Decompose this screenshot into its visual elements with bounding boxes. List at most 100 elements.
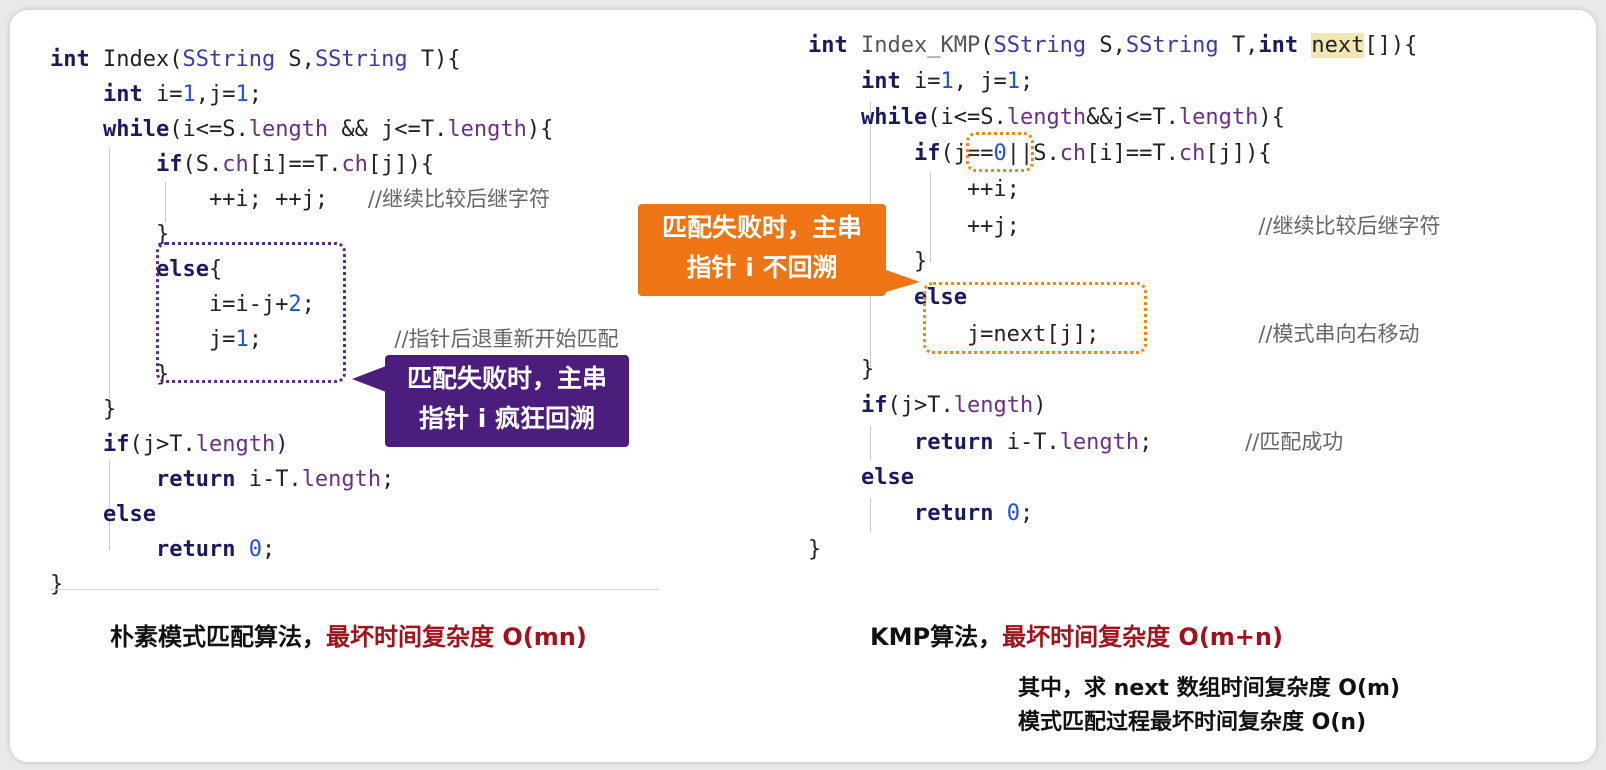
code-token: ++i; ++j; bbox=[50, 187, 368, 212]
code-token: ){ bbox=[526, 117, 554, 142]
code-token: (i<=S. bbox=[927, 105, 1007, 130]
code-token: while bbox=[860, 105, 928, 130]
callout-line: 匹配失败时，主串 bbox=[661, 213, 862, 242]
code-token: ; bbox=[1019, 69, 1034, 94]
code-line: while(i<=S.length && j<=T.length){ bbox=[50, 112, 619, 147]
code-token: ; bbox=[261, 537, 276, 562]
code-token: ch bbox=[341, 152, 368, 177]
code-token: } bbox=[808, 357, 875, 382]
callout-line: 指针 i 不回溯 bbox=[686, 253, 838, 282]
code-token: 1 bbox=[182, 82, 196, 107]
code-token: T, bbox=[1218, 33, 1259, 58]
code-token: [i]==T. bbox=[1086, 141, 1179, 166]
code-token: [i]==T. bbox=[248, 152, 342, 177]
code-token: else bbox=[102, 502, 156, 527]
caption-complexity: 最坏时间复杂度 O(mn) bbox=[326, 623, 587, 651]
code-token: (i<=S. bbox=[169, 117, 249, 142]
code-comment: //模式串向右移动 bbox=[1258, 322, 1420, 346]
caption-prefix: 朴素模式匹配算法， bbox=[110, 623, 326, 651]
code-token: length bbox=[248, 117, 329, 142]
code-line: if(j>T.length) bbox=[808, 388, 1441, 424]
code-token: else bbox=[860, 465, 914, 490]
code-token: int bbox=[102, 82, 156, 107]
code-token: []){ bbox=[1364, 33, 1418, 58]
code-token: &&j<=T. bbox=[1086, 105, 1179, 130]
code-line: return 0; bbox=[808, 496, 1441, 532]
naive-complexity-caption: 朴素模式匹配算法，最坏时间复杂度 O(mn) bbox=[110, 617, 587, 652]
code-token: i= bbox=[155, 82, 183, 107]
code-token: ++i; bbox=[808, 177, 1020, 202]
kmp-complexity-note: 其中，求 next 数组时间复杂度 O(m) 模式匹配过程最坏时间复杂度 O(n… bbox=[1018, 672, 1400, 740]
caption-prefix: KMP算法， bbox=[870, 623, 1003, 651]
code-line: } bbox=[808, 244, 1441, 280]
code-token: T){ bbox=[407, 47, 461, 72]
code-token: ch bbox=[222, 152, 249, 177]
note-line: 其中，求 next 数组时间复杂度 O(m) bbox=[1018, 676, 1401, 701]
code-token: S, bbox=[275, 47, 315, 72]
code-token: while bbox=[102, 117, 170, 142]
code-line: int i=1, j=1; bbox=[808, 64, 1441, 100]
code-token: 0 bbox=[1006, 501, 1020, 526]
code-token: i-T. bbox=[993, 430, 1060, 455]
code-token: return bbox=[913, 501, 1007, 526]
caption-complexity: 最坏时间复杂度 O(m+n) bbox=[1002, 623, 1283, 651]
code-token: } bbox=[50, 362, 170, 387]
code-token: length bbox=[301, 467, 382, 492]
code-token: Index( bbox=[102, 47, 183, 72]
code-line: ++i; ++j; //继续比较后继字符 bbox=[50, 182, 619, 217]
note-line: 模式匹配过程最坏时间复杂度 O(n) bbox=[1018, 710, 1367, 735]
code-line: int i=1,j=1; bbox=[50, 77, 619, 112]
code-line: } bbox=[808, 532, 1441, 568]
code-token: ch bbox=[1178, 141, 1206, 166]
else-block-highlight bbox=[156, 242, 346, 383]
code-token: (j>T. bbox=[129, 432, 196, 457]
code-token: SString bbox=[182, 47, 276, 72]
code-token: int bbox=[50, 47, 103, 72]
code-token: 0 bbox=[248, 537, 262, 562]
code-token: int bbox=[808, 33, 861, 58]
code-token: i= bbox=[913, 69, 941, 94]
code-token: length bbox=[953, 393, 1034, 418]
callout-line: 指针 i 疯狂回溯 bbox=[419, 404, 595, 433]
code-token: } bbox=[808, 537, 822, 562]
code-line: ++j; //继续比较后继字符 bbox=[808, 208, 1441, 244]
kmp-complexity-caption: KMP算法，最坏时间复杂度 O(m+n) bbox=[870, 617, 1283, 652]
code-token: i-T. bbox=[235, 467, 302, 492]
code-token: SString bbox=[993, 33, 1087, 58]
code-token: S, bbox=[1086, 33, 1126, 58]
code-token: ; bbox=[381, 467, 395, 492]
code-token: SString bbox=[1125, 33, 1219, 58]
code-line: else bbox=[50, 497, 619, 532]
code-token: if bbox=[155, 152, 183, 177]
code-token: length bbox=[1059, 430, 1140, 455]
code-line: int Index_KMP(SString S,SString T,int ne… bbox=[808, 28, 1441, 64]
code-token: ) bbox=[275, 432, 289, 457]
code-token: ch bbox=[1059, 141, 1087, 166]
j-equals-zero-highlight bbox=[966, 132, 1034, 172]
code-line: } bbox=[808, 352, 1441, 388]
code-token: length bbox=[1006, 105, 1087, 130]
code-token: ; bbox=[248, 82, 262, 107]
code-token: if bbox=[913, 141, 941, 166]
code-line: ++i; bbox=[808, 172, 1441, 208]
code-token: int bbox=[860, 69, 914, 94]
code-line: else bbox=[808, 460, 1441, 496]
code-token: if bbox=[860, 393, 888, 418]
code-token: return bbox=[155, 467, 236, 492]
code-comment: //继续比较后继字符 bbox=[367, 187, 551, 211]
code-token: (S. bbox=[182, 152, 223, 177]
code-comment: //继续比较后继字符 bbox=[1258, 214, 1441, 238]
code-token: ,j= bbox=[195, 82, 236, 107]
code-token: ){ bbox=[1258, 105, 1285, 130]
code-token: && j<=T. bbox=[328, 117, 448, 142]
